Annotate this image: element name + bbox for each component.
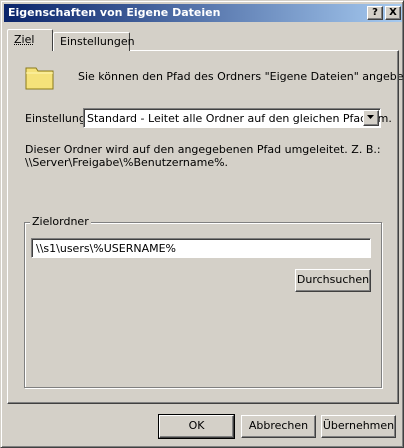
- help-button[interactable]: ?: [367, 6, 383, 20]
- cancel-button[interactable]: Abbrechen: [241, 415, 316, 438]
- window-title: Eigenschaften von Eigene Dateien: [8, 6, 220, 19]
- tab-einstellungen-label: Einstellungen: [60, 35, 135, 48]
- ok-button[interactable]: OK: [159, 415, 234, 438]
- title-bar[interactable]: Eigenschaften von Eigene Dateien ? X: [4, 4, 402, 22]
- tab-ziel[interactable]: Ziel: [7, 29, 53, 51]
- tab-ziel-label: Ziel: [14, 33, 34, 46]
- properties-dialog: Eigenschaften von Eigene Dateien ? X Zie…: [0, 0, 404, 448]
- tab-panel: [7, 50, 399, 404]
- apply-button[interactable]: Übernehmen: [321, 415, 396, 438]
- close-button[interactable]: X: [385, 6, 401, 20]
- tab-einstellungen[interactable]: Einstellungen: [53, 32, 130, 51]
